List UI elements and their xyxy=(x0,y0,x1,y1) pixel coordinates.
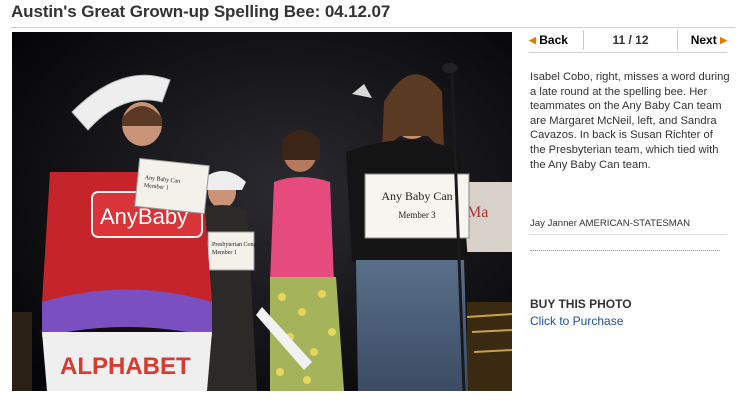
banner-text: Ma xyxy=(467,204,488,221)
photo-credit: Jay Janner AMERICAN-STATESMAN xyxy=(530,218,691,229)
credit-divider xyxy=(529,234,727,235)
card-right-text: Any Baby Can xyxy=(381,189,452,203)
purchase-link[interactable]: Click to Purchase xyxy=(530,314,623,328)
person-right-jeans xyxy=(356,260,468,391)
chairs-left xyxy=(12,312,32,391)
page-title: Austin's Great Grown-up Spelling Bee: 04… xyxy=(11,2,391,21)
dotted-divider xyxy=(530,250,720,252)
photo-illustration: Ma Presbyterian Congregation Members Memb… xyxy=(12,32,512,391)
gallery-photo: Ma Presbyterian Congregation Members Memb… xyxy=(12,32,512,391)
arrow-right-icon: ▶ xyxy=(720,35,727,45)
buy-photo-heading: BUY THIS PHOTO xyxy=(530,297,632,311)
photo-counter: 11 / 12 xyxy=(612,33,649,47)
back-button[interactable]: ◀ Back xyxy=(529,33,568,47)
title-divider xyxy=(11,27,735,28)
person-pink-shirt xyxy=(270,177,334,282)
next-button[interactable]: Next ▶ xyxy=(691,33,727,47)
back-label: Back xyxy=(539,33,568,47)
nav-divider xyxy=(677,30,678,50)
card-right-sub: Member 3 xyxy=(398,210,436,220)
alphabet-text: ALPHABET xyxy=(60,353,191,380)
card-right-bg xyxy=(364,173,470,239)
next-label: Next xyxy=(690,33,717,47)
arrow-left-icon: ◀ xyxy=(529,35,536,45)
photo-caption: Isabel Cobo, right, misses a word during… xyxy=(530,71,730,171)
microphone xyxy=(442,63,458,73)
gallery-nav: ◀ Back 11 / 12 Next ▶ xyxy=(529,30,727,53)
